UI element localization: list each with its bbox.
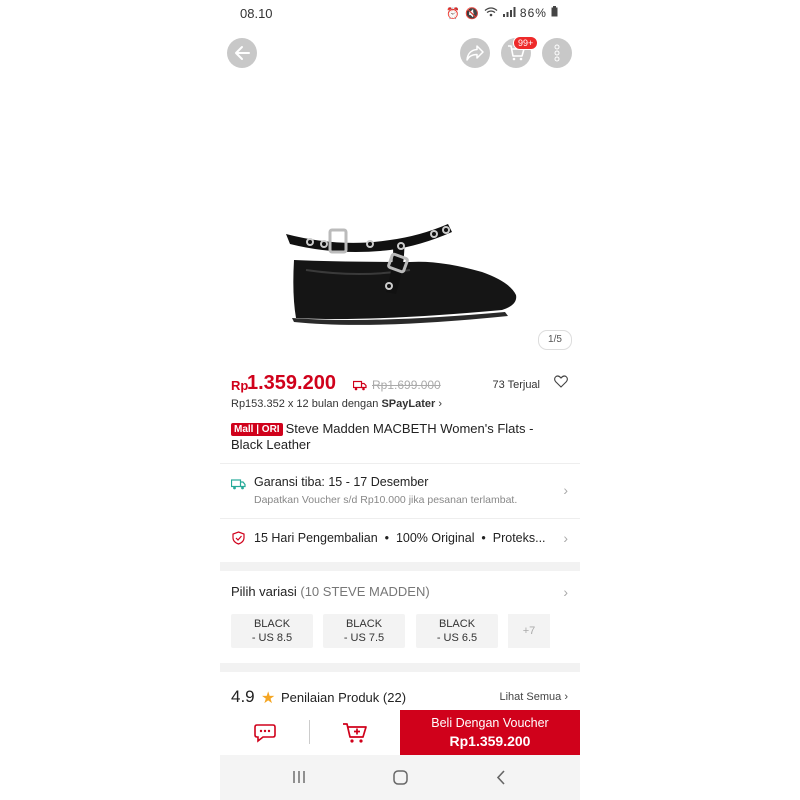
- add-cart-icon: [343, 722, 367, 743]
- buy-label: Beli Dengan Voucher: [431, 716, 549, 730]
- free-shipping-icon: [352, 378, 367, 396]
- mall-ori-badge: Mall | ORI: [231, 423, 283, 436]
- paylater-installment: Rp153.352 x 12 bulan dengan: [231, 398, 379, 410]
- protection-text: 15 Hari Pengembalian • 100% Original • P…: [254, 531, 546, 545]
- variation-size: - US 6.5: [436, 632, 478, 644]
- guarantee-title: Garansi tiba: 15 - 17 Desember: [254, 475, 429, 489]
- battery-level: 86%: [519, 6, 547, 20]
- status-time: 08.10: [240, 6, 273, 21]
- cart-button[interactable]: 99+: [501, 36, 539, 68]
- shield-check-icon: [232, 531, 245, 550]
- add-to-cart-button[interactable]: [310, 710, 400, 755]
- recent-apps-icon[interactable]: [292, 770, 306, 789]
- delivery-truck-icon: [230, 477, 246, 495]
- rating-score: 4.9: [231, 687, 255, 706]
- wifi-icon: [484, 7, 502, 20]
- rating-label-text: Penilaian Produk: [281, 690, 380, 705]
- original-price: Rp1.699.000: [372, 378, 441, 392]
- bottom-action-bar: Beli Dengan Voucher Rp1.359.200: [220, 710, 580, 755]
- status-bar: 08.10 ⏰ 🔇 86%: [220, 4, 580, 24]
- price-currency: Rp: [231, 378, 249, 393]
- delivery-guarantee-row[interactable]: Garansi tiba: 15 - 17 Desember Dapatkan …: [220, 464, 580, 518]
- back-nav-icon[interactable]: [496, 770, 506, 790]
- signal-icon: [502, 7, 520, 20]
- cart-count-badge: 99+: [513, 36, 539, 50]
- section-separator: [220, 562, 580, 571]
- star-icon: ★: [261, 690, 276, 707]
- chevron-right-icon: ›: [438, 398, 443, 410]
- sold-count: 73 Terjual: [492, 379, 541, 391]
- protection-row[interactable]: 15 Hari Pengembalian • 100% Original • P…: [220, 519, 580, 561]
- battery-icon: [551, 6, 558, 20]
- product-title: Mall | ORI Steve Madden MACBETH Women's F…: [231, 421, 551, 453]
- share-icon: [466, 45, 484, 61]
- paylater-brand: SPayLater: [381, 398, 436, 410]
- paylater-info[interactable]: Rp153.352 x 12 bulan dengan SPayLater ›: [231, 398, 442, 410]
- chevron-right-icon: ›: [563, 584, 568, 600]
- chevron-right-icon: ›: [563, 530, 568, 546]
- status-icons: ⏰ 🔇 86%: [446, 6, 558, 20]
- product-page: 08.10 ⏰ 🔇 86% 99+ 1/5 Rp 1.359.200 Rp1.6…: [220, 0, 580, 800]
- variation-size: - US 7.5: [343, 632, 385, 644]
- see-all-label: Lihat Semua: [499, 691, 562, 703]
- share-button[interactable]: [460, 38, 490, 68]
- arrow-left-icon: [235, 46, 250, 60]
- variation-color: BLACK: [345, 618, 383, 630]
- variation-option[interactable]: BLACK - US 7.5: [323, 614, 405, 648]
- variation-header[interactable]: Pilih variasi (10 STEVE MADDEN): [231, 584, 430, 599]
- variation-option[interactable]: BLACK - US 8.5: [231, 614, 313, 648]
- variation-count: (10 STEVE MADDEN): [300, 584, 430, 599]
- product-price: 1.359.200: [247, 372, 336, 394]
- variation-color: BLACK: [253, 618, 291, 630]
- variation-size: - US 8.5: [251, 632, 293, 644]
- buy-price: Rp1.359.200: [449, 733, 531, 749]
- more-vertical-icon: [554, 44, 560, 62]
- section-separator: [220, 663, 580, 672]
- variation-color: BLACK: [438, 618, 476, 630]
- more-options-button[interactable]: [542, 38, 572, 68]
- mute-icon: 🔇: [465, 8, 480, 20]
- variation-label: Pilih variasi: [231, 584, 297, 599]
- alarm-icon: ⏰: [446, 8, 461, 20]
- image-counter: 1/5: [538, 330, 572, 350]
- see-all-reviews-link[interactable]: Lihat Semua ›: [500, 691, 569, 703]
- product-image[interactable]: [220, 200, 580, 340]
- system-nav-bar: [220, 755, 580, 800]
- home-icon[interactable]: [393, 770, 408, 790]
- back-button[interactable]: [227, 38, 257, 68]
- guarantee-subtitle: Dapatkan Voucher s/d Rp10.000 jika pesan…: [254, 494, 518, 506]
- variation-option[interactable]: BLACK - US 6.5: [416, 614, 498, 648]
- chat-icon: [253, 723, 276, 743]
- rating-count: (22): [382, 690, 407, 705]
- more-variations-button[interactable]: +7: [508, 614, 550, 648]
- rating-label: Penilaian Produk (22): [281, 690, 406, 705]
- chevron-right-icon: ›: [563, 482, 568, 498]
- price-row: Rp 1.359.200 Rp1.699.000 73 Terjual: [231, 372, 568, 394]
- chevron-right-icon: ›: [564, 691, 568, 703]
- buy-with-voucher-button[interactable]: Beli Dengan Voucher Rp1.359.200: [400, 710, 580, 755]
- wishlist-heart-icon[interactable]: [554, 375, 568, 393]
- chat-button[interactable]: [220, 710, 309, 755]
